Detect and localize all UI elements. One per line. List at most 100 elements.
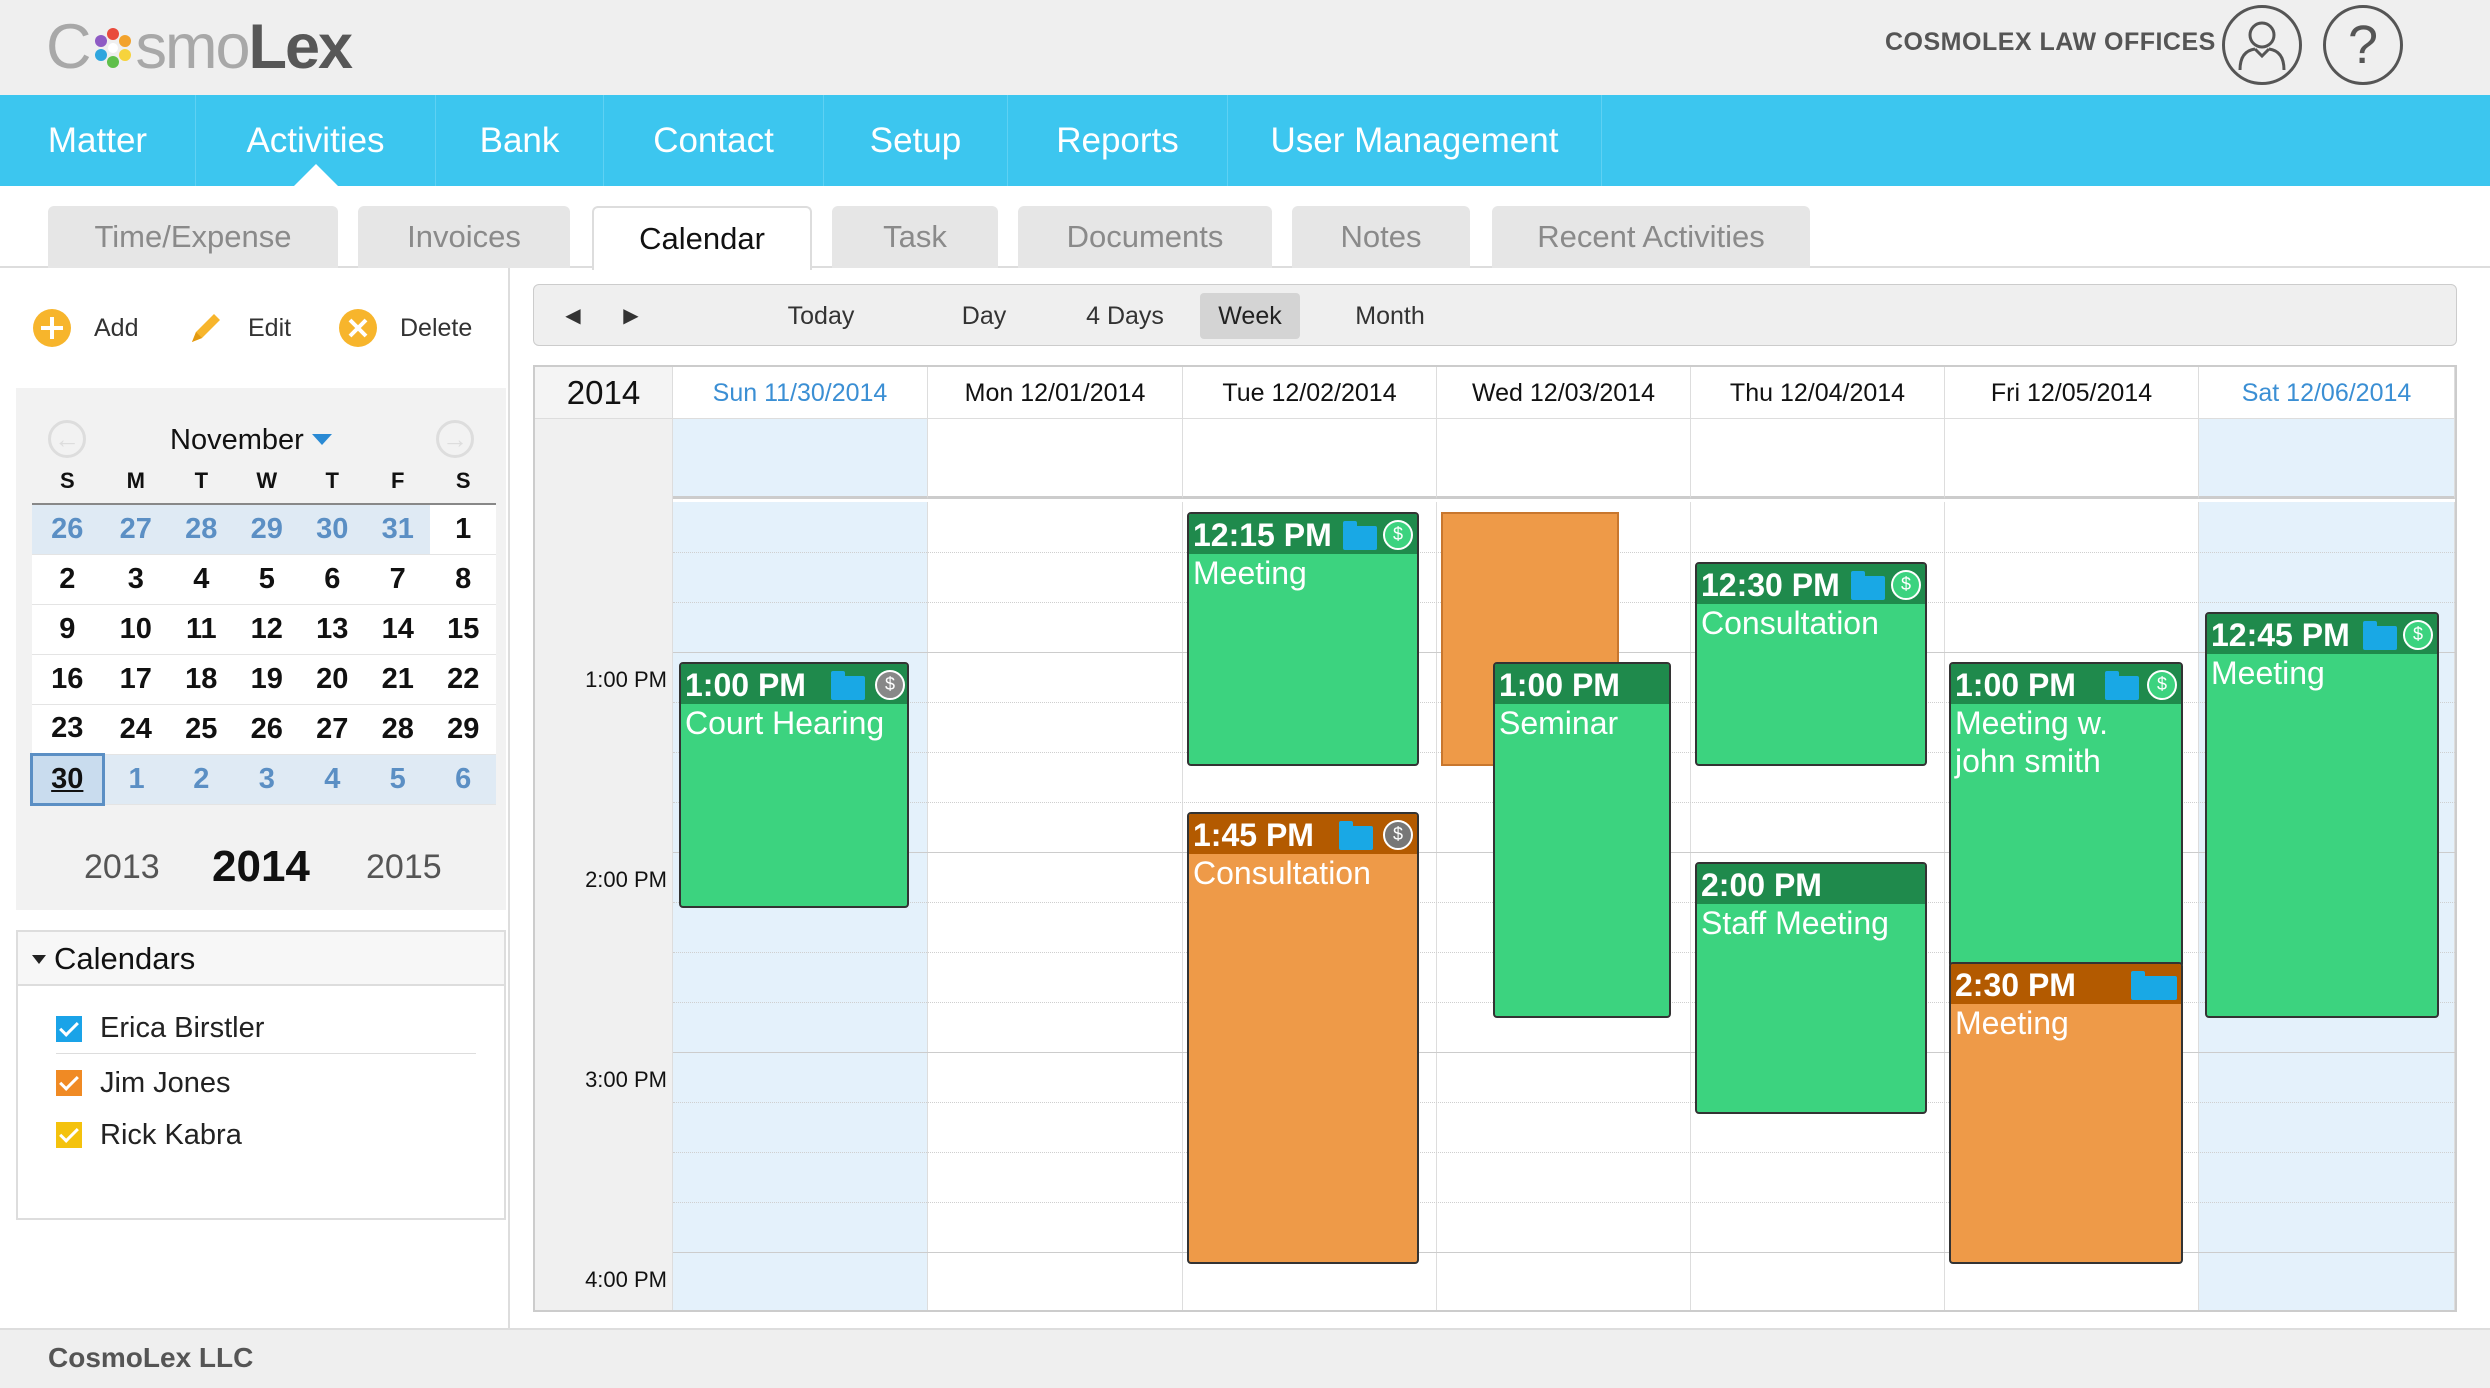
nav-setup[interactable]: Setup xyxy=(824,95,1008,186)
nav-activities[interactable]: Activities xyxy=(196,95,436,186)
month-view-button[interactable]: Month xyxy=(1330,293,1450,339)
date-cell[interactable]: 24 xyxy=(103,704,169,755)
all-day-slot[interactable] xyxy=(1437,419,1691,499)
date-cell[interactable]: 25 xyxy=(168,704,235,755)
date-cell[interactable]: 8 xyxy=(430,554,496,605)
next-week-button[interactable]: ▶ xyxy=(606,293,656,339)
edit-button[interactable]: Edit xyxy=(186,308,291,348)
day-column-mon[interactable] xyxy=(928,502,1183,1310)
date-cell[interactable]: 27 xyxy=(103,504,169,555)
date-cell[interactable]: 12 xyxy=(234,604,300,655)
date-cell[interactable]: 4 xyxy=(299,754,365,805)
date-cell[interactable]: 31 xyxy=(365,504,431,555)
day-header-fri[interactable]: Fri 12/05/2014 xyxy=(1945,367,2199,419)
date-cell[interactable]: 29 xyxy=(430,704,496,755)
date-cell[interactable]: 3 xyxy=(103,554,169,605)
date-cell[interactable]: 4 xyxy=(168,554,235,605)
day-header-mon[interactable]: Mon 12/01/2014 xyxy=(928,367,1183,419)
user-profile-button[interactable] xyxy=(2222,5,2302,85)
date-cell[interactable]: 1 xyxy=(103,754,169,805)
tab-invoices[interactable]: Invoices xyxy=(358,206,570,268)
day-header-tue[interactable]: Tue 12/02/2014 xyxy=(1183,367,1437,419)
date-cell[interactable]: 14 xyxy=(365,604,431,655)
all-day-slot[interactable] xyxy=(2199,419,2455,499)
date-cell[interactable]: 3 xyxy=(234,754,300,805)
event-meeting-tue[interactable]: 12:15 PM $ Meeting xyxy=(1187,512,1419,766)
all-day-slot[interactable] xyxy=(1945,419,2199,499)
date-cell[interactable]: 28 xyxy=(168,504,235,555)
all-day-slot[interactable] xyxy=(928,419,1183,499)
date-cell[interactable]: 5 xyxy=(234,554,300,605)
event-consultation-thu[interactable]: 12:30 PM $ Consultation xyxy=(1695,562,1927,766)
tab-calendar[interactable]: Calendar xyxy=(592,206,812,270)
date-cell[interactable]: 18 xyxy=(168,654,235,705)
date-cell[interactable]: 23 xyxy=(31,704,104,755)
date-cell[interactable]: 28 xyxy=(365,704,431,755)
date-cell[interactable]: 7 xyxy=(365,554,431,605)
prev-month-button[interactable]: ← xyxy=(48,420,86,458)
day-header-sun[interactable]: Sun 11/30/2014 xyxy=(673,367,928,419)
tab-documents[interactable]: Documents xyxy=(1018,206,1272,268)
date-cell[interactable]: 30 xyxy=(299,504,365,555)
checkbox-checked-icon[interactable] xyxy=(56,1122,82,1148)
date-cell[interactable]: 20 xyxy=(299,654,365,705)
all-day-slot[interactable] xyxy=(673,419,928,499)
help-button[interactable]: ? xyxy=(2323,5,2403,85)
date-cell[interactable]: 9 xyxy=(31,604,104,655)
date-cell[interactable]: 11 xyxy=(168,604,235,655)
nav-matter[interactable]: Matter xyxy=(0,95,196,186)
event-meeting-john-smith[interactable]: 1:00 PM $ Meeting w. john smith xyxy=(1949,662,2183,968)
all-day-slot[interactable] xyxy=(1691,419,1945,499)
date-cell[interactable]: 13 xyxy=(299,604,365,655)
nav-user-management[interactable]: User Management xyxy=(1228,95,1602,186)
nav-contact[interactable]: Contact xyxy=(604,95,824,186)
year-next[interactable]: 2015 xyxy=(366,848,442,887)
date-cell[interactable]: 2 xyxy=(31,554,104,605)
tab-notes[interactable]: Notes xyxy=(1292,206,1470,268)
date-cell[interactable]: 22 xyxy=(430,654,496,705)
date-cell[interactable]: 6 xyxy=(299,554,365,605)
date-cell[interactable]: 26 xyxy=(234,704,300,755)
date-cell[interactable]: 2 xyxy=(168,754,235,805)
month-selector[interactable]: November xyxy=(170,424,332,457)
date-cell[interactable]: 17 xyxy=(103,654,169,705)
checkbox-checked-icon[interactable] xyxy=(56,1015,82,1042)
prev-week-button[interactable]: ◀ xyxy=(548,293,598,339)
date-cell[interactable]: 29 xyxy=(234,504,300,555)
date-cell[interactable]: 15 xyxy=(430,604,496,655)
year-prev[interactable]: 2013 xyxy=(84,848,160,887)
nav-bank[interactable]: Bank xyxy=(436,95,604,186)
add-button[interactable]: Add xyxy=(32,308,138,348)
today-button[interactable]: Today xyxy=(764,293,878,339)
checkbox-checked-icon[interactable] xyxy=(56,1070,82,1096)
date-cell[interactable]: 10 xyxy=(103,604,169,655)
tab-task[interactable]: Task xyxy=(832,206,998,268)
calendars-toggle[interactable]: Calendars xyxy=(18,932,504,986)
event-seminar[interactable]: 1:00 PM Seminar xyxy=(1493,662,1671,1018)
cosmolex-logo[interactable]: CsmoLex xyxy=(46,12,353,82)
calendar-item-jim[interactable]: Jim Jones xyxy=(56,1058,476,1108)
delete-button[interactable]: Delete xyxy=(338,308,472,348)
four-days-view-button[interactable]: 4 Days xyxy=(1060,293,1190,339)
day-view-button[interactable]: Day xyxy=(934,293,1034,339)
all-day-slot[interactable] xyxy=(1183,419,1437,499)
event-staff-meeting[interactable]: 2:00 PM Staff Meeting xyxy=(1695,862,1927,1114)
date-cell[interactable]: 16 xyxy=(31,654,104,705)
date-cell-selected[interactable]: 30 xyxy=(30,752,105,806)
nav-reports[interactable]: Reports xyxy=(1008,95,1228,186)
tab-recent-activities[interactable]: Recent Activities xyxy=(1492,206,1810,268)
date-cell[interactable]: 27 xyxy=(299,704,365,755)
day-header-sat[interactable]: Sat 12/06/2014 xyxy=(2199,367,2455,419)
event-court-hearing[interactable]: 1:00 PM $ Court Hearing xyxy=(679,662,909,908)
calendar-item-erica[interactable]: Erica Birstler xyxy=(56,1004,476,1054)
event-meeting-fri[interactable]: 2:30 PM Meeting xyxy=(1949,962,2183,1264)
tab-time-expense[interactable]: Time/Expense xyxy=(48,206,338,268)
week-view-button[interactable]: Week xyxy=(1200,293,1300,339)
date-cell[interactable]: 6 xyxy=(430,754,496,805)
date-cell[interactable]: 5 xyxy=(365,754,431,805)
event-consultation-tue[interactable]: 1:45 PM $ Consultation xyxy=(1187,812,1419,1264)
date-cell[interactable]: 21 xyxy=(365,654,431,705)
date-cell[interactable]: 26 xyxy=(31,504,104,555)
date-cell[interactable]: 19 xyxy=(234,654,300,705)
day-header-wed[interactable]: Wed 12/03/2014 xyxy=(1437,367,1691,419)
